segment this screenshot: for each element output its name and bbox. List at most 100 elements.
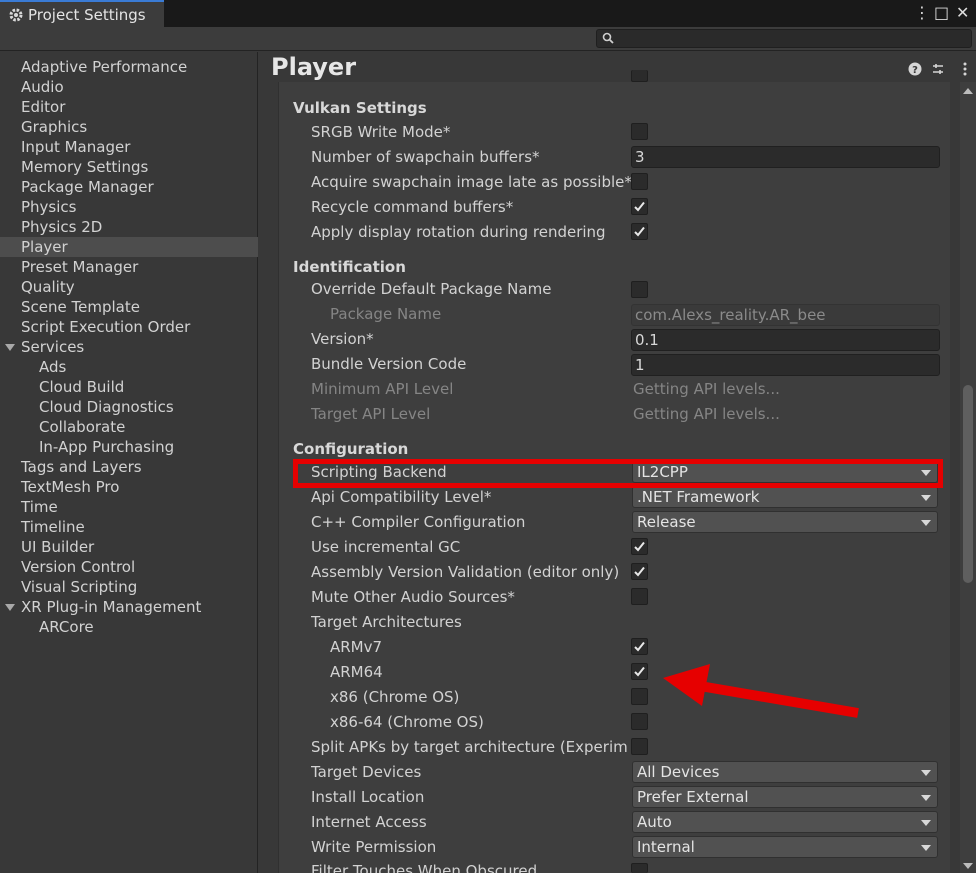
write-permission-dropdown[interactable]: Internal: [632, 836, 938, 858]
annotation-arrow-icon: [663, 664, 859, 718]
target-api-level-label: Target API Level: [311, 405, 431, 423]
sidebar-item-package-manager[interactable]: Package Manager: [21, 177, 154, 197]
gear-icon: [8, 7, 24, 23]
sidebar-item-physics-2d[interactable]: Physics 2D: [21, 217, 102, 237]
filter-touches-checkbox[interactable]: [631, 863, 648, 873]
internet-access-dropdown[interactable]: Auto: [632, 811, 938, 833]
sidebar-item-services[interactable]: Services: [21, 337, 84, 357]
scrollbar-thumb[interactable]: [963, 385, 973, 583]
clipped-checkbox[interactable]: [631, 70, 648, 82]
close-icon[interactable]: ✕: [956, 4, 969, 22]
mute-audio-label: Mute Other Audio Sources*: [311, 588, 515, 606]
search-input[interactable]: [596, 29, 972, 48]
sidebar-item-memory-settings[interactable]: Memory Settings: [21, 157, 148, 177]
internet-access-value: Auto: [637, 813, 672, 831]
cpp-compiler-dropdown[interactable]: Release: [632, 511, 938, 533]
foldout-expanded-icon[interactable]: [5, 343, 15, 353]
sidebar-item-adaptive-performance[interactable]: Adaptive Performance: [21, 57, 187, 77]
install-location-dropdown[interactable]: Prefer External: [632, 786, 938, 808]
checkmark-icon: [634, 226, 645, 237]
sidebar-item-ui-builder[interactable]: UI Builder: [21, 537, 94, 557]
foldout-expanded-icon[interactable]: [5, 603, 15, 613]
sidebar-item-cloud-build[interactable]: Cloud Build: [39, 377, 124, 397]
bundle-version-code-input[interactable]: 1: [631, 354, 940, 376]
sidebar-item-xr-plugin-management[interactable]: XR Plug-in Management: [21, 597, 201, 617]
display-rotation-label: Apply display rotation during rendering: [311, 223, 606, 241]
sidebar-item-input-manager[interactable]: Input Manager: [21, 137, 130, 157]
sidebar-item-version-control[interactable]: Version Control: [21, 557, 135, 577]
sidebar-item-script-execution-order[interactable]: Script Execution Order: [21, 317, 190, 337]
sidebar-item-tags-and-layers[interactable]: Tags and Layers: [21, 457, 142, 477]
x86-64-checkbox[interactable]: [631, 713, 648, 730]
svg-text:?: ?: [912, 65, 918, 76]
sidebar-item-editor[interactable]: Editor: [21, 97, 65, 117]
checkmark-icon: [634, 641, 645, 652]
tab-title: Project Settings: [28, 5, 146, 24]
incremental-gc-label: Use incremental GC: [311, 538, 461, 556]
page-title: Player: [271, 53, 357, 81]
minimum-api-level-label: Minimum API Level: [311, 380, 454, 398]
sidebar-item-arcore[interactable]: ARCore: [39, 617, 94, 637]
sidebar-item-cloud-diagnostics[interactable]: Cloud Diagnostics: [39, 397, 174, 417]
api-compatibility-label: Api Compatibility Level*: [311, 488, 492, 506]
sidebar-item-preset-manager[interactable]: Preset Manager: [21, 257, 138, 277]
sidebar-item-graphics[interactable]: Graphics: [21, 117, 87, 137]
scroll-down-icon[interactable]: [963, 863, 973, 869]
scrollbar[interactable]: [960, 82, 976, 873]
arm64-label: ARM64: [330, 663, 383, 681]
sidebar-item-timeline[interactable]: Timeline: [21, 517, 85, 537]
acquire-swapchain-checkbox[interactable]: [631, 173, 648, 190]
tab-project-settings[interactable]: Project Settings: [0, 0, 164, 27]
scroll-up-icon[interactable]: [963, 88, 973, 94]
target-devices-dropdown[interactable]: All Devices: [632, 761, 938, 783]
sidebar-item-collaborate[interactable]: Collaborate: [39, 417, 125, 437]
version-label: Version*: [311, 330, 374, 348]
assembly-validation-label: Assembly Version Validation (editor only…: [311, 563, 620, 581]
chevron-down-icon: [921, 845, 931, 851]
package-name-label: Package Name: [330, 305, 442, 323]
more-options-icon[interactable]: [958, 62, 972, 76]
arm64-checkbox[interactable]: [631, 663, 648, 680]
armv7-label: ARMv7: [330, 638, 383, 656]
section-configuration: Configuration: [293, 440, 409, 458]
sidebar-item-scene-template[interactable]: Scene Template: [21, 297, 140, 317]
incremental-gc-checkbox[interactable]: [631, 538, 648, 555]
version-input[interactable]: 0.1: [631, 329, 940, 351]
display-rotation-checkbox[interactable]: [631, 223, 648, 240]
sidebar-item-in-app-purchasing[interactable]: In-App Purchasing: [39, 437, 174, 457]
target-api-level-value: Getting API levels...: [633, 405, 780, 423]
srgb-write-mode-checkbox[interactable]: [631, 123, 648, 140]
armv7-checkbox[interactable]: [631, 638, 648, 655]
sidebar-item-visual-scripting[interactable]: Visual Scripting: [21, 577, 137, 597]
sidebar-item-physics[interactable]: Physics: [21, 197, 76, 217]
srgb-write-mode-label: SRGB Write Mode*: [311, 123, 451, 141]
write-permission-value: Internal: [637, 838, 695, 856]
split-apks-checkbox[interactable]: [631, 738, 648, 755]
mute-audio-checkbox[interactable]: [631, 588, 648, 605]
write-permission-label: Write Permission: [311, 838, 437, 856]
sidebar-item-quality[interactable]: Quality: [21, 277, 75, 297]
chevron-down-icon: [921, 820, 931, 826]
cpp-compiler-label: C++ Compiler Configuration: [311, 513, 526, 531]
sidebar-item-textmesh-pro[interactable]: TextMesh Pro: [21, 477, 119, 497]
override-package-name-label: Override Default Package Name: [311, 280, 552, 298]
sidebar-item-audio[interactable]: Audio: [21, 77, 64, 97]
swapchain-buffers-input[interactable]: 3: [631, 146, 940, 168]
override-package-name-checkbox[interactable]: [631, 281, 648, 298]
maximize-icon[interactable]: □: [934, 4, 949, 22]
assembly-validation-checkbox[interactable]: [631, 563, 648, 580]
help-icon[interactable]: ?: [908, 62, 922, 76]
chevron-down-icon: [921, 520, 931, 526]
x86-checkbox[interactable]: [631, 688, 648, 705]
sidebar-item-ads[interactable]: Ads: [39, 357, 66, 377]
section-vulkan-settings: Vulkan Settings: [293, 99, 427, 117]
api-compatibility-dropdown[interactable]: .NET Framework: [632, 486, 938, 508]
sidebar-item-player[interactable]: Player: [21, 237, 68, 257]
more-menu-icon[interactable]: ⋮: [914, 4, 930, 22]
filter-touches-label: Filter Touches When Obscured: [311, 862, 538, 873]
presets-icon[interactable]: [931, 62, 945, 76]
recycle-buffers-checkbox[interactable]: [631, 198, 648, 215]
acquire-swapchain-label: Acquire swapchain image late as possible…: [311, 173, 632, 191]
sidebar-item-time[interactable]: Time: [21, 497, 58, 517]
split-apks-label: Split APKs by target architecture (Exper…: [311, 738, 627, 756]
